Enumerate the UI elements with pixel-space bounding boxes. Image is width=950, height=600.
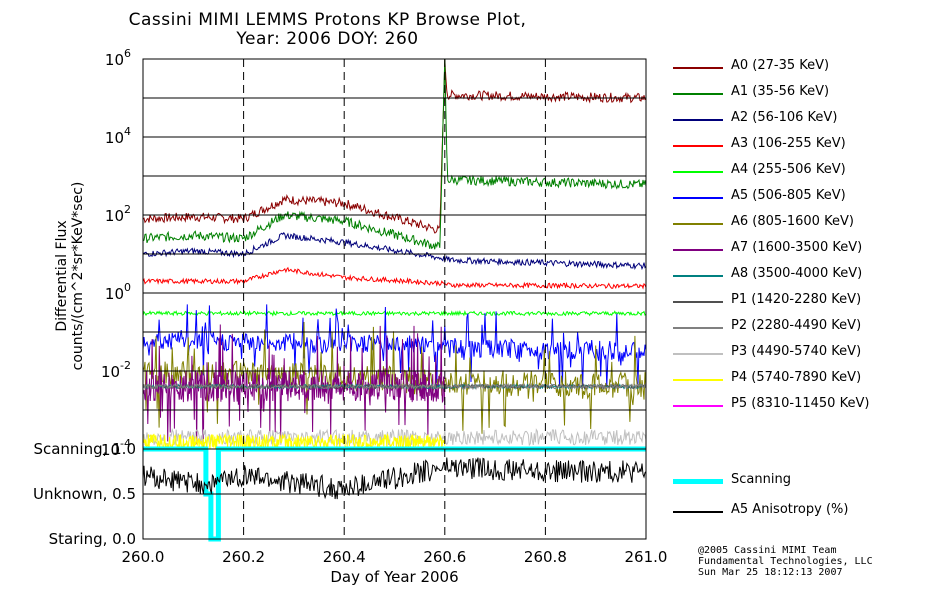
- credits-line1: @2005 Cassini MIMI Team: [698, 545, 837, 556]
- lower-y-tick-label: Scanning, 1.0: [33, 440, 136, 458]
- legend-item: A4 (255-506 KeV): [673, 162, 943, 182]
- legend-item: A3 (106-255 KeV): [673, 136, 943, 156]
- lower-y-tick-label: Unknown, 0.5: [33, 485, 136, 503]
- y-tick-label: 10-2: [101, 359, 131, 381]
- legend-label: A5 Anisotropy (%): [731, 502, 849, 517]
- legend-item: P2 (2280-4490 KeV): [673, 318, 943, 338]
- legend-label: A1 (35-56 KeV): [731, 84, 830, 99]
- legend-item: P1 (1420-2280 KeV): [673, 292, 943, 312]
- legend-swatch: [673, 301, 723, 303]
- x-tick-label: 260.2: [222, 548, 265, 566]
- legend-item: A0 (27-35 KeV): [673, 58, 943, 78]
- legend-label: P3 (4490-5740 KeV): [731, 344, 862, 359]
- legend-label: A6 (805-1600 KeV): [731, 214, 854, 229]
- credits-line3: Sun Mar 25 18:12:13 2007: [698, 567, 843, 578]
- legend-label: P5 (8310-11450 KeV): [731, 396, 870, 411]
- legend-swatch: [673, 405, 723, 407]
- legend-swatch: [673, 327, 723, 329]
- legend-swatch: [673, 145, 723, 147]
- legend-item: P5 (8310-11450 KeV): [673, 396, 943, 416]
- y-tick-exponent: 4: [124, 125, 131, 138]
- legend-swatch: [673, 353, 723, 355]
- legend-swatch: [673, 171, 723, 173]
- x-tick-label: 260.8: [524, 548, 567, 566]
- y-axis-label-line2: counts/(cm^2*sr*KeV*sec): [70, 181, 86, 371]
- credits-line2: Fundamental Technologies, LLC: [698, 556, 873, 567]
- legend-item: A6 (805-1600 KeV): [673, 214, 943, 234]
- legend-swatch: [673, 379, 723, 381]
- lower-y-tick-label: Staring, 0.0: [49, 530, 136, 548]
- y-tick-label: 106: [105, 47, 131, 69]
- legend-swatch: [673, 67, 723, 69]
- legend-item: A8 (3500-4000 KeV): [673, 266, 943, 286]
- legend-swatch: [673, 197, 723, 199]
- y-tick-exponent: 2: [124, 203, 131, 216]
- legend-label: A5 (506-805 KeV): [731, 188, 846, 203]
- legend-item: P4 (5740-7890 KeV): [673, 370, 943, 390]
- legend-label: A7 (1600-3500 KeV): [731, 240, 863, 255]
- y-tick-label: 102: [105, 203, 131, 225]
- legend-item-lower: Scanning: [673, 472, 943, 492]
- legend-swatch: [673, 511, 723, 513]
- y-axis-label: Differential Flux counts/(cm^2*sr*KeV*se…: [40, 160, 100, 410]
- y-tick-exponent: 6: [124, 47, 131, 60]
- y-tick-exponent: -2: [120, 359, 131, 372]
- x-axis-label: Day of Year 2006: [330, 568, 459, 586]
- x-tick-label: 260.4: [323, 548, 366, 566]
- legend-item-lower: A5 Anisotropy (%): [673, 502, 943, 522]
- legend-swatch: [673, 93, 723, 95]
- legend-swatch: [673, 249, 723, 251]
- legend-item: P3 (4490-5740 KeV): [673, 344, 943, 364]
- legend-swatch: [673, 479, 723, 484]
- legend-label: P4 (5740-7890 KeV): [731, 370, 862, 385]
- legend-label: A8 (3500-4000 KeV): [731, 266, 863, 281]
- series-line-3: [142, 266, 647, 290]
- axes-layer: 10-410-2100102104106Staring, 0.0Unknown,…: [33, 47, 668, 566]
- legend-label: A2 (56-106 KeV): [731, 110, 838, 125]
- legend-label: Scanning: [731, 472, 791, 487]
- y-axis-label-line1: Differential Flux: [54, 220, 70, 332]
- legend-swatch: [673, 119, 723, 121]
- legend-item: A5 (506-805 KeV): [673, 188, 943, 208]
- legend-item: A2 (56-106 KeV): [673, 110, 943, 130]
- credits: @2005 Cassini MIMI Team Fundamental Tech…: [698, 545, 873, 578]
- series-line-0: [142, 59, 647, 234]
- y-tick-label: 104: [105, 125, 131, 147]
- legend-label: A3 (106-255 KeV): [731, 136, 846, 151]
- legend-item: A7 (1600-3500 KeV): [673, 240, 943, 260]
- legend-swatch: [673, 275, 723, 277]
- legend-label: P2 (2280-4490 KeV): [731, 318, 862, 333]
- legend-label: A0 (27-35 KeV): [731, 58, 830, 73]
- x-tick-label: 260.0: [122, 548, 165, 566]
- legend-item: A1 (35-56 KeV): [673, 84, 943, 104]
- series-line-4: [142, 309, 647, 317]
- legend-swatch: [673, 223, 723, 225]
- x-tick-label: 260.6: [423, 548, 466, 566]
- x-tick-label: 261.0: [625, 548, 668, 566]
- legend-label: A4 (255-506 KeV): [731, 162, 846, 177]
- y-tick-label: 100: [105, 281, 131, 303]
- legend-label: P1 (1420-2280 KeV): [731, 292, 862, 307]
- y-tick-exponent: 0: [124, 281, 131, 294]
